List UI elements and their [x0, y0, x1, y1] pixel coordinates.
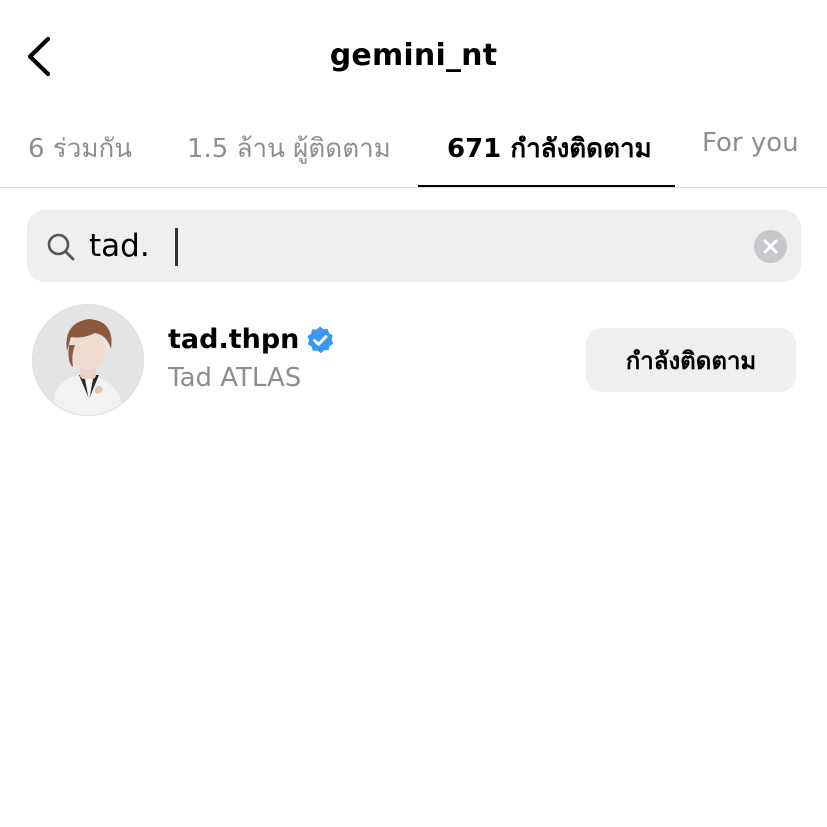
avatar[interactable]: [32, 304, 144, 416]
full-name: Tad ATLAS: [168, 363, 302, 393]
search-result-row[interactable]: tad.thpn Tad ATLAS กำลังติดตาม: [0, 300, 827, 420]
clear-icon: [763, 239, 778, 254]
username: tad.thpn: [168, 324, 300, 355]
search-bar[interactable]: [27, 210, 801, 282]
profile-photo: [33, 305, 143, 415]
username-row[interactable]: tad.thpn: [168, 324, 335, 355]
page-title: gemini_nt: [329, 38, 498, 73]
text-caret: [175, 228, 178, 266]
following-page: gemini_nt 6 ร่วมกัน 1.5 ล้าน ผู้ติดตาม 6…: [0, 0, 827, 827]
tab-bar: 6 ร่วมกัน 1.5 ล้าน ผู้ติดตาม 671 กำลังติ…: [0, 112, 827, 188]
verified-badge-icon: [307, 326, 334, 353]
tab-for-you[interactable]: For you: [702, 128, 799, 158]
clear-search-button[interactable]: [754, 230, 787, 263]
following-button[interactable]: กำลังติดตาม: [586, 328, 796, 392]
tab-mutual[interactable]: 6 ร่วมกัน: [28, 128, 132, 169]
search-input[interactable]: [89, 220, 729, 272]
header: gemini_nt: [0, 0, 827, 112]
tab-followers[interactable]: 1.5 ล้าน ผู้ติดตาม: [187, 128, 391, 169]
search-icon: [47, 233, 75, 261]
active-tab-indicator: [418, 185, 675, 187]
tab-following[interactable]: 671 กำลังติดตาม: [447, 128, 652, 169]
